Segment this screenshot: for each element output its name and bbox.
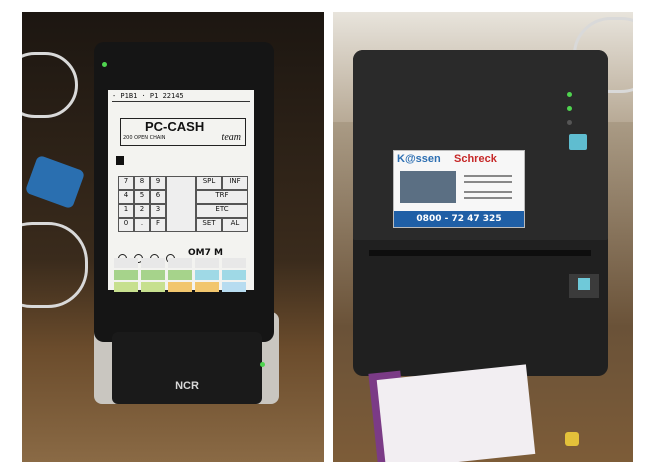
key-2[interactable]: 2 (134, 204, 150, 218)
product-tile[interactable] (141, 270, 165, 280)
error-led-icon (567, 106, 572, 111)
status-text: OM7 M (188, 248, 223, 258)
sticker-text-line (464, 197, 512, 199)
divider (112, 101, 250, 102)
logo-subtitle: 200 OPEN CHAIN (123, 135, 166, 141)
product-tile[interactable] (222, 282, 246, 292)
key-0[interactable]: 0 (118, 218, 134, 232)
key-8[interactable]: 8 (134, 176, 150, 190)
cursor-block (116, 156, 124, 165)
key-4[interactable]: 4 (118, 190, 134, 204)
product-tile[interactable] (168, 258, 192, 268)
product-tile[interactable] (195, 270, 219, 280)
key-6[interactable]: 6 (150, 190, 166, 204)
power-led-icon (567, 92, 572, 97)
paper-led-icon (567, 120, 572, 125)
logo-brand: PC-CASH (145, 119, 205, 134)
sticker-phone: 0800 - 72 47 325 (394, 211, 524, 227)
product-tile[interactable] (141, 258, 165, 268)
key-9[interactable]: 9 (150, 176, 166, 190)
key-al[interactable]: AL (222, 218, 248, 232)
pc-cash-logo: PC-CASH 200 OPEN CHAIN team (120, 118, 246, 146)
key-trf[interactable]: TRF (196, 190, 248, 204)
sticker-text-line (464, 181, 512, 183)
key-5[interactable]: 5 (134, 190, 150, 204)
sticker-image (400, 171, 456, 203)
sticker-brand-part1: K@ssen (397, 153, 441, 165)
paper-slot (369, 250, 591, 256)
product-tile[interactable] (168, 270, 192, 280)
white-box (376, 364, 536, 462)
ncr-logo: NCR (175, 380, 199, 392)
sticker-brand-part2: Schreck (454, 153, 497, 165)
key-etc[interactable]: ETC (196, 204, 248, 218)
product-tile[interactable] (114, 270, 138, 280)
sticker-text-line (464, 175, 512, 177)
terminal-screen: - P1B1 · P1 22145 PC-CASH 200 OPEN CHAIN… (108, 90, 254, 292)
dock-front: NCR (112, 332, 262, 404)
yellow-object (565, 432, 579, 446)
status-icon-row (118, 248, 184, 263)
key-f[interactable]: F (150, 218, 166, 232)
screen-header: - P1B1 · P1 22145 (112, 92, 184, 100)
key-set[interactable]: SET (196, 218, 222, 232)
logo-team: team (221, 132, 241, 143)
product-tile[interactable] (195, 258, 219, 268)
product-tile[interactable] (222, 258, 246, 268)
product-tile[interactable] (141, 282, 165, 292)
status-led-icon (102, 62, 107, 67)
product-tile[interactable] (168, 282, 192, 292)
dealer-sticker: K@ssen Schreck 0800 - 72 47 325 (393, 150, 525, 228)
key-dot[interactable]: . (134, 218, 150, 232)
key-1[interactable]: 1 (118, 204, 134, 218)
product-tile[interactable] (222, 270, 246, 280)
right-photo-receipt-printer: K@ssen Schreck 0800 - 72 47 325 (333, 12, 633, 462)
key-enter[interactable] (166, 176, 196, 232)
product-tile[interactable] (195, 282, 219, 292)
key-spl[interactable]: SPL (196, 176, 222, 190)
keypad: 7 8 9 4 5 6 1 2 3 0 . F SPL INF TRF ETC … (118, 176, 248, 244)
key-3[interactable]: 3 (150, 204, 166, 218)
key-inf[interactable]: INF (222, 176, 248, 190)
key-7[interactable]: 7 (118, 176, 134, 190)
product-tile[interactable] (114, 282, 138, 292)
left-photo-pos-terminal: - P1B1 · P1 22145 PC-CASH 200 OPEN CHAIN… (22, 12, 324, 462)
dock-led-icon (260, 362, 265, 367)
paper-door-latch[interactable] (578, 278, 590, 290)
product-tile[interactable] (114, 258, 138, 268)
sticker-text-line (464, 191, 512, 193)
feed-button[interactable] (569, 134, 587, 150)
